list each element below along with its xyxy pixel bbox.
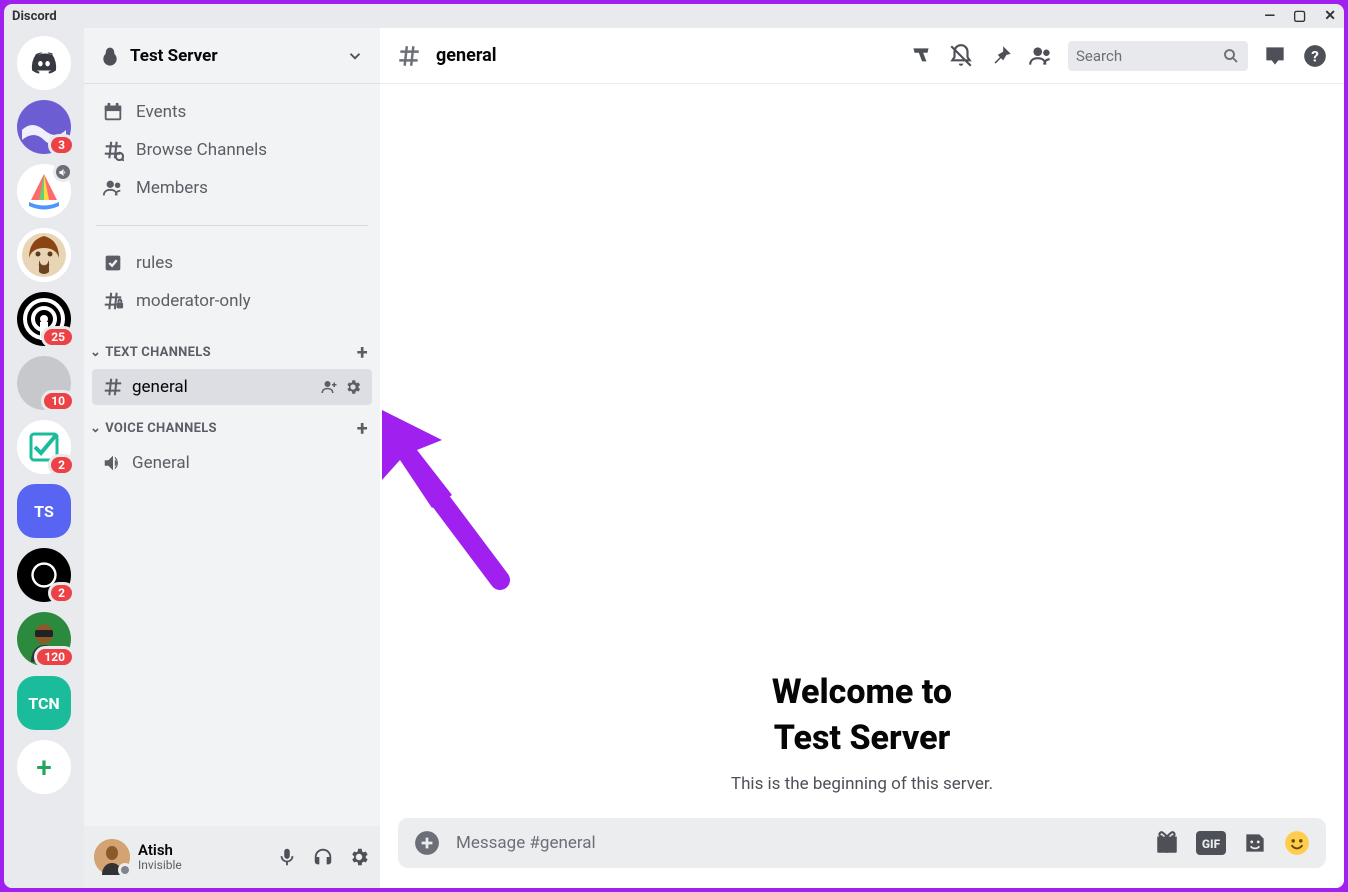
chevron-down-icon [346, 47, 364, 65]
category-name: TEXT CHANNELS [105, 345, 211, 360]
muted-icon [53, 162, 73, 182]
emoji-icon[interactable] [1284, 830, 1310, 856]
category-header[interactable]: ⌄ TEXT CHANNELS + [84, 330, 380, 368]
app-name: Discord [12, 9, 57, 24]
guild-add[interactable]: + [17, 740, 71, 794]
hash-icon [102, 376, 124, 398]
server-name: Test Server [130, 46, 346, 66]
divider [96, 225, 368, 226]
welcome-line2: Test Server [774, 718, 951, 758]
hashlock-icon [102, 290, 124, 312]
message-composer[interactable]: Message #general GIF [398, 818, 1326, 868]
window-minimize[interactable]: — [1264, 8, 1275, 24]
category-name: VOICE CHANNELS [105, 421, 217, 436]
guild-rail: 3 25 10 2 TS 2 120 TCN + [4, 28, 84, 888]
nav-label: Browse Channels [136, 140, 267, 160]
user-panel: Atish Invisible [84, 826, 380, 888]
channel-sidebar: Test Server Events Browse Channels Members… [84, 28, 380, 888]
svg-text:GIF: GIF [1202, 837, 1221, 851]
add-channel-icon[interactable]: + [357, 340, 368, 364]
members-icon [102, 177, 124, 199]
notification-badge: 2 [48, 582, 75, 604]
notifications-muted-icon[interactable] [948, 43, 974, 69]
guild-item[interactable]: 3 [17, 100, 71, 154]
settings-gear-icon[interactable] [348, 846, 370, 868]
svg-text:?: ? [1311, 47, 1319, 65]
main-area: general Search ? Welcome to Test Server T… [380, 28, 1344, 888]
nav-browse[interactable]: Browse Channels [92, 131, 372, 169]
notification-badge: 120 [34, 646, 75, 668]
search-input[interactable]: Search [1068, 41, 1248, 71]
user-name: Atish [138, 842, 268, 859]
guild-item[interactable]: 25 [17, 292, 71, 346]
threads-icon[interactable] [908, 43, 934, 69]
chevron-down-icon: ⌄ [90, 345, 101, 360]
channel-label: General [132, 453, 190, 473]
channel-label: general [132, 377, 188, 397]
channel-name: general [436, 45, 497, 66]
sticker-icon[interactable] [1242, 830, 1268, 856]
notification-badge: 25 [41, 326, 75, 348]
guild-item[interactable]: TCN [17, 676, 71, 730]
nav-rules[interactable]: rules [92, 244, 372, 282]
mic-icon[interactable] [276, 846, 298, 868]
guild-item[interactable] [17, 228, 71, 282]
welcome-subtitle: This is the beginning of this server. [731, 774, 993, 794]
events-icon [102, 101, 124, 123]
guild-home[interactable] [17, 36, 71, 90]
rules-icon [102, 252, 124, 274]
nav-label: Members [136, 178, 208, 198]
speaker-icon [102, 452, 124, 474]
notification-badge: 2 [48, 454, 75, 476]
invite-icon[interactable] [320, 378, 338, 396]
help-icon[interactable]: ? [1302, 43, 1328, 69]
server-home-icon [100, 46, 120, 66]
nav-members[interactable]: Members [92, 169, 372, 207]
search-icon [1222, 47, 1240, 65]
guild-item[interactable]: 2 [17, 420, 71, 474]
headphones-icon[interactable] [312, 846, 334, 868]
pinned-icon[interactable] [988, 43, 1014, 69]
attach-icon[interactable] [414, 830, 440, 856]
gif-icon[interactable]: GIF [1196, 830, 1226, 856]
window-maximize[interactable]: ▢ [1293, 8, 1306, 24]
chat-content: Welcome to Test Server This is the beginn… [380, 83, 1344, 818]
channel-general[interactable]: General [92, 445, 372, 481]
hash-icon [396, 43, 422, 69]
nav-events[interactable]: Events [92, 93, 372, 131]
channel-topbar: general Search ? [380, 28, 1344, 83]
user-status: Invisible [138, 859, 268, 872]
nav-hashlock[interactable]: moderator-only [92, 282, 372, 320]
nav-label: Events [136, 102, 186, 122]
chevron-down-icon: ⌄ [90, 421, 101, 436]
guild-item[interactable]: 120 [17, 612, 71, 666]
gift-icon[interactable] [1154, 830, 1180, 856]
titlebar: Discord — ▢ ✕ [4, 4, 1344, 28]
nav-label: rules [136, 253, 173, 273]
notification-badge: 3 [48, 134, 75, 156]
status-invisible-icon [118, 863, 132, 877]
browse-icon [102, 139, 124, 161]
search-placeholder: Search [1076, 47, 1222, 65]
guild-item[interactable]: 10 [17, 356, 71, 410]
inbox-icon[interactable] [1262, 43, 1288, 69]
composer-placeholder: Message #general [456, 833, 1138, 853]
channel-general[interactable]: general [92, 369, 372, 405]
channel-settings-icon[interactable] [344, 378, 362, 396]
guild-item[interactable]: TS [17, 484, 71, 538]
server-header[interactable]: Test Server [84, 28, 380, 83]
guild-item[interactable]: 2 [17, 548, 71, 602]
welcome-line1: Welcome to [772, 672, 952, 712]
nav-label: moderator-only [136, 291, 251, 311]
user-avatar[interactable] [94, 839, 130, 875]
welcome-block: Welcome to Test Server This is the beginn… [731, 670, 993, 794]
window-close[interactable]: ✕ [1324, 8, 1336, 24]
guild-item[interactable] [17, 164, 71, 218]
add-channel-icon[interactable]: + [357, 416, 368, 440]
notification-badge: 10 [41, 390, 75, 412]
members-icon[interactable] [1028, 43, 1054, 69]
category-header[interactable]: ⌄ VOICE CHANNELS + [84, 406, 380, 444]
